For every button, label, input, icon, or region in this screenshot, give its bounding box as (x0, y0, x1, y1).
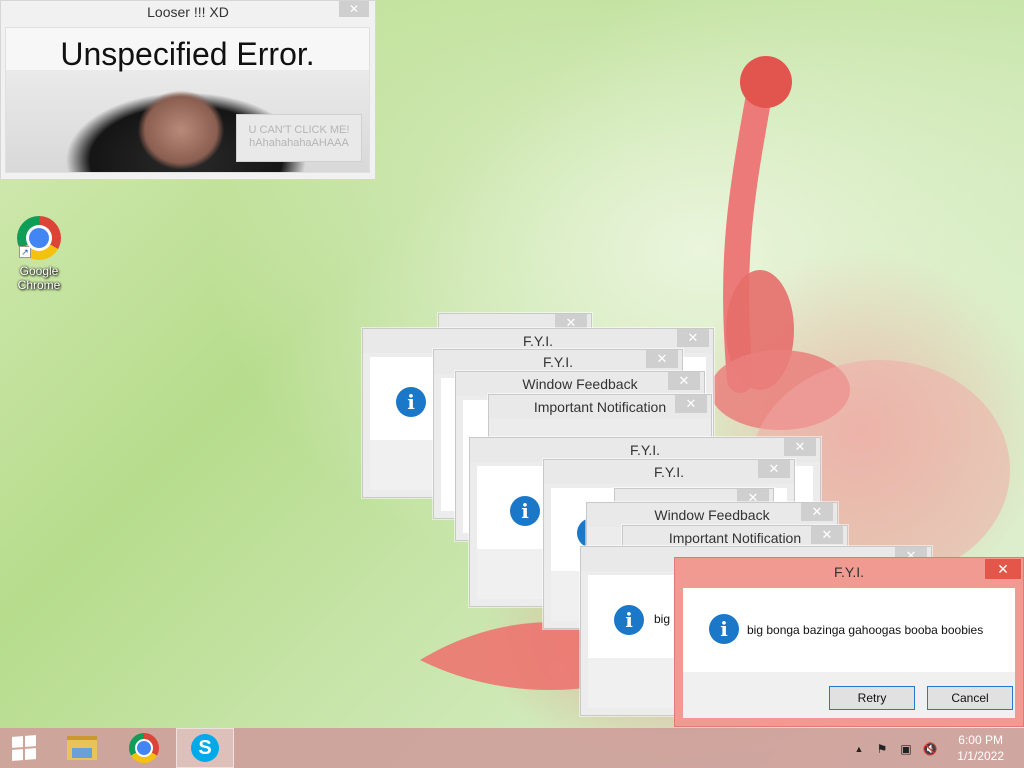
shortcut-arrow-icon: ↗ (19, 246, 31, 258)
taskbar-file-explorer[interactable] (54, 728, 110, 768)
retry-button[interactable]: Retry (829, 686, 915, 710)
fyi-dialog[interactable]: F.Y.I. ✕ i big bonga bazinga gahoogas bo… (674, 557, 1024, 727)
desktop-icon-label: Google Chrome (17, 264, 61, 292)
folder-icon (67, 736, 97, 760)
dialog-titlebar[interactable]: Window Feedback ✕ (456, 372, 704, 396)
show-hidden-icons-chevron-icon[interactable]: ▲ (851, 742, 867, 756)
taskbar: S ▲ ⚑ ▣ 🔇 6:00 PM 1/1/2022 (0, 728, 1024, 768)
skype-icon: S (191, 734, 219, 762)
dialog-title: F.Y.I. (522, 333, 554, 349)
dialog-title: F.Y.I. (629, 442, 661, 458)
desktop-icon-google-chrome[interactable]: ↗ Google Chrome (10, 216, 68, 292)
chrome-icon: ↗ (17, 216, 61, 260)
fyi-dialog-body: i big bonga bazinga gahoogas booba boobi… (683, 588, 1015, 718)
meme-window-title: Looser !!! XD (147, 4, 229, 20)
network-icon[interactable]: ▣ (898, 742, 914, 756)
dialog-titlebar[interactable]: F.Y.I. ✕ (544, 460, 794, 484)
cant-click-me-line1: U CAN'T CLICK ME! (248, 124, 350, 136)
start-button[interactable] (0, 728, 48, 768)
dialog-titlebar[interactable]: Important Notification ✕ (489, 395, 711, 419)
fyi-dialog-footer: Retry Cancel (683, 672, 1015, 718)
info-icon: i (614, 605, 644, 635)
cant-click-me-button[interactable]: U CAN'T CLICK ME! hAhahahahaAHAAA (236, 114, 362, 162)
fyi-dialog-message: big bonga bazinga gahoogas booba boobies (747, 623, 984, 637)
info-icon: i (510, 496, 540, 526)
taskbar-google-chrome[interactable] (116, 728, 172, 768)
windows-logo-icon (12, 735, 36, 761)
error-headline: Unspecified Error. (60, 36, 315, 72)
speaker-muted-icon[interactable]: 🔇 (922, 742, 938, 756)
cant-click-me-line2: hAhahahahaAHAAA (249, 137, 349, 149)
dialog-title: F.Y.I. (653, 464, 685, 480)
meme-content: Unspecified Error. U CAN'T CLICK ME! hAh… (5, 27, 370, 173)
close-button[interactable]: ✕ (784, 438, 816, 456)
dialog-title: Important Notification (533, 399, 667, 415)
fyi-dialog-close-button[interactable]: ✕ (985, 559, 1021, 579)
clock-date: 1/1/2022 (957, 749, 1004, 763)
dialog-titlebar[interactable]: Window Feedback ✕ (587, 503, 837, 527)
close-button[interactable]: ✕ (668, 372, 700, 390)
close-button[interactable]: ✕ (646, 350, 678, 368)
meme-window-close-button[interactable]: ✕ (339, 1, 369, 17)
dialog-title: F.Y.I. (542, 354, 574, 370)
clock[interactable]: 6:00 PM 1/1/2022 (957, 732, 1004, 764)
meme-window-titlebar[interactable]: Looser !!! XD ✕ (1, 1, 375, 23)
close-button[interactable]: ✕ (801, 503, 833, 521)
close-button[interactable]: ✕ (758, 460, 790, 478)
dialog-title: Important Notification (668, 530, 802, 546)
meme-window[interactable]: Looser !!! XD ✕ Unspecified Error. U CAN… (0, 0, 376, 180)
fyi-dialog-title: F.Y.I. (833, 564, 865, 580)
cancel-button[interactable]: Cancel (927, 686, 1013, 710)
close-button[interactable]: ✕ (811, 526, 843, 544)
dialog-message: big (654, 612, 671, 626)
dialog-title: Window Feedback (522, 376, 638, 392)
taskbar-skype[interactable]: S (176, 728, 234, 768)
close-button[interactable]: ✕ (675, 395, 707, 413)
close-button[interactable]: ✕ (677, 329, 709, 347)
fyi-dialog-titlebar[interactable]: F.Y.I. ✕ (675, 558, 1023, 586)
action-center-flag-icon[interactable]: ⚑ (874, 742, 890, 756)
info-icon: i (709, 614, 739, 644)
info-icon: i (396, 387, 426, 417)
dialog-title: Window Feedback (654, 507, 770, 523)
clock-time: 6:00 PM (958, 733, 1003, 747)
chrome-icon (129, 733, 159, 763)
